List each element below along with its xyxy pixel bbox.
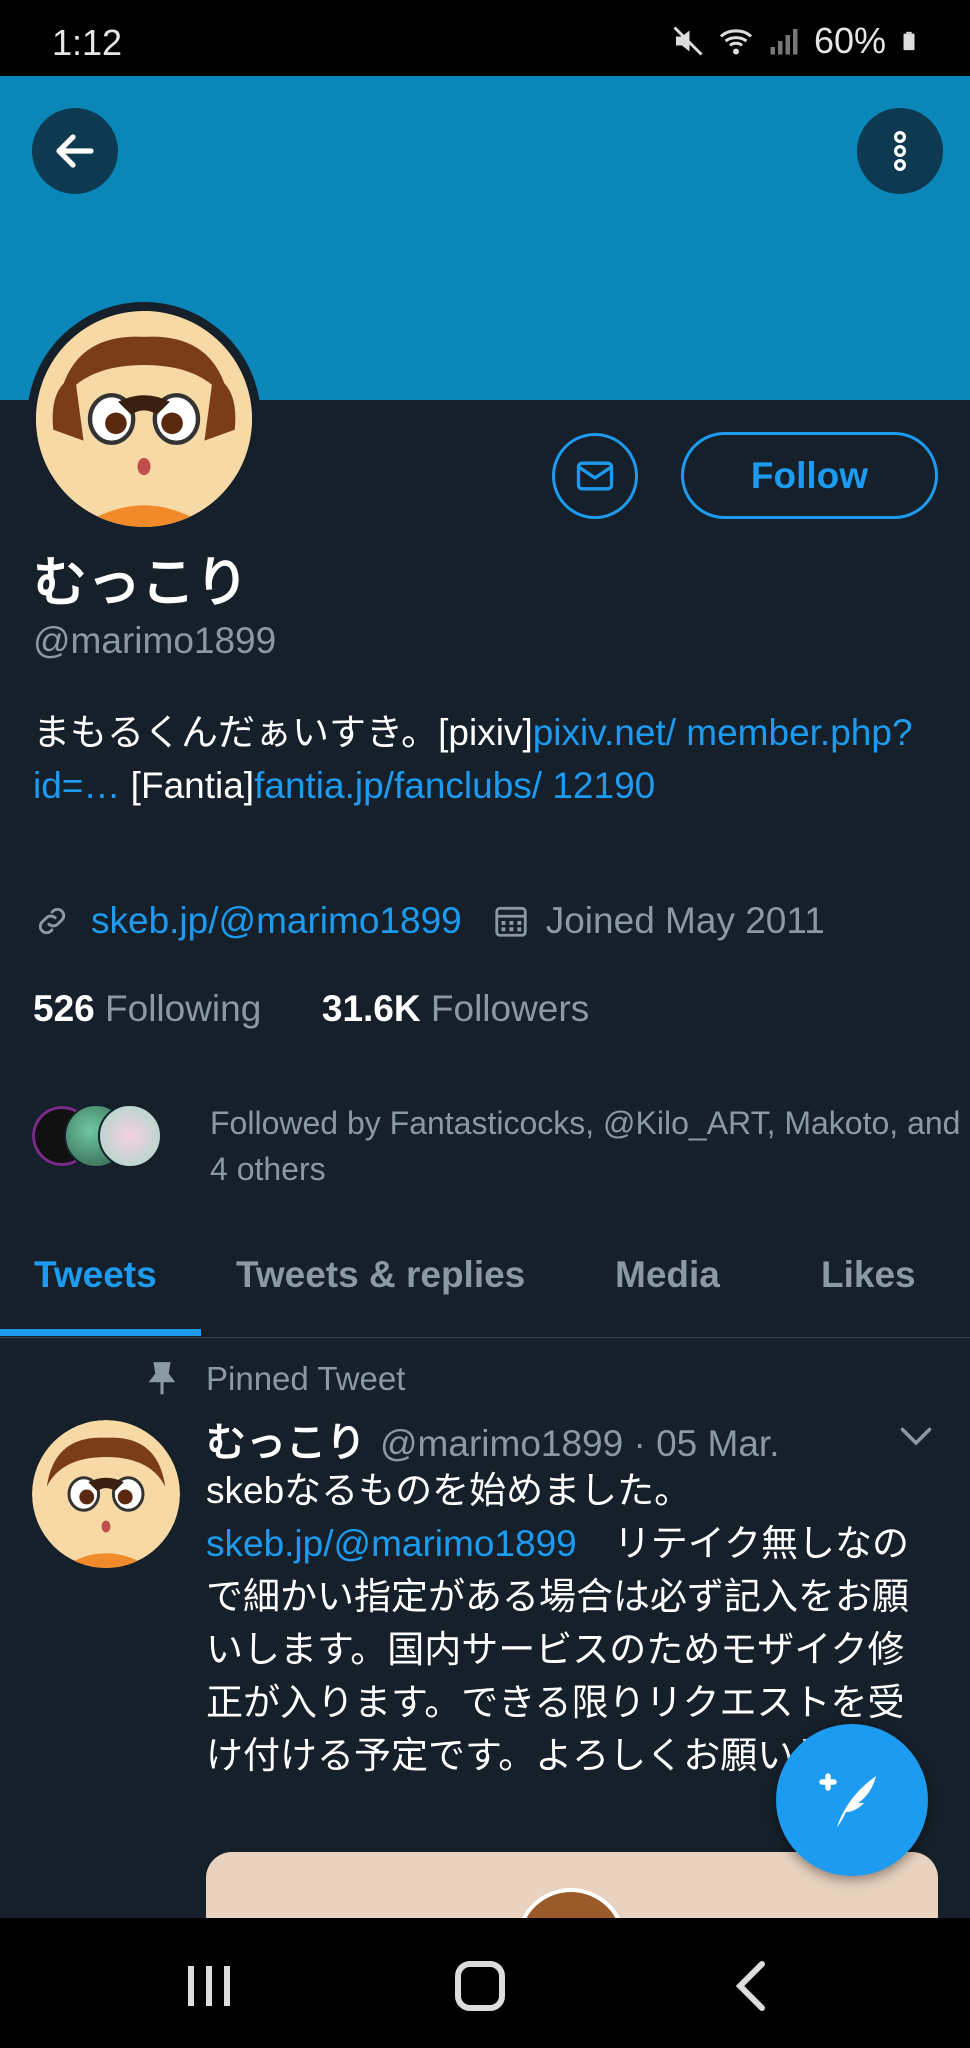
followers-link[interactable]: 31.6K Followers	[322, 988, 589, 1029]
chevron-down-icon[interactable]	[898, 1422, 934, 1452]
status-icons: 60%	[670, 20, 920, 62]
back-icon[interactable]	[724, 1958, 784, 2014]
tweet-line-1: skebなるものを始めました。	[206, 1470, 692, 1511]
following-link[interactable]: 526 Following	[33, 988, 261, 1029]
tab-likes[interactable]: Likes	[821, 1254, 916, 1296]
profile-name: むっこり	[33, 553, 249, 613]
system-nav-bar	[0, 1918, 970, 2048]
profile-meta: skeb.jp/@marimo1899 Joined May 2011	[33, 900, 825, 942]
more-options-button[interactable]	[857, 108, 943, 194]
pinned-label: Pinned Tweet	[148, 1360, 405, 1398]
tweet-avatar[interactable]	[32, 1420, 180, 1568]
followers-label: Followers	[430, 988, 590, 1029]
profile-bio: まもるくんだぁいすき。[pixiv]pixiv.net/ member.php?…	[33, 706, 913, 812]
profile-tabs: Tweets Tweets & replies Media Likes	[0, 1242, 970, 1338]
follow-counts: 526 Following 31.6K Followers	[33, 988, 589, 1030]
signal-icon	[770, 29, 798, 55]
followers-count: 31.6K	[321, 988, 421, 1029]
message-button[interactable]	[552, 433, 638, 519]
compose-icon	[819, 1773, 876, 1827]
follower-avatar	[98, 1104, 162, 1168]
pin-icon	[148, 1362, 176, 1395]
compose-tweet-button[interactable]	[776, 1724, 928, 1876]
followed-by-avatars	[30, 1100, 170, 1170]
battery-percent: 60%	[813, 20, 886, 61]
tweet-avatar-image	[32, 1420, 180, 1568]
status-bar: 1:12 60%	[0, 0, 970, 76]
link-icon	[38, 907, 66, 935]
followed-by[interactable]: Followed by Fantasticocks, @Kilo_ART, Ma…	[30, 1100, 970, 1192]
back-button[interactable]	[32, 108, 118, 194]
bio-link-fantia[interactable]: fantia.jp/fanclubs/ 12190	[254, 765, 655, 806]
profile-website[interactable]: skeb.jp/@marimo1899	[91, 900, 462, 942]
profile-avatar[interactable]	[27, 302, 261, 536]
recents-icon[interactable]	[180, 1958, 240, 2014]
following-count: 526	[33, 988, 95, 1029]
more-vertical-icon	[894, 130, 907, 171]
tweet-header: むっこり @marimo1899 · 05 Mar.	[206, 1410, 779, 1468]
bio-text-1: まもるくんだぁいすき。[pixiv]	[33, 712, 533, 753]
mute-icon	[673, 26, 703, 56]
home-icon[interactable]	[450, 1958, 510, 2014]
following-label: Following	[105, 988, 262, 1029]
profile-handle: @marimo1899	[33, 620, 277, 661]
back-arrow-icon	[56, 134, 94, 168]
avatar-image	[36, 311, 252, 527]
tweet-author-name[interactable]: むっこり	[206, 1410, 366, 1468]
battery-icon	[903, 31, 915, 51]
status-time: 1:12	[52, 22, 123, 63]
followed-by-text: Followed by Fantasticocks, @Kilo_ART, Ma…	[210, 1105, 961, 1187]
calendar-icon	[495, 906, 527, 937]
tweet-handle-date: @marimo1899 · 05 Mar.	[380, 1423, 780, 1464]
tab-tweets[interactable]: Tweets	[34, 1254, 157, 1296]
wifi-icon	[719, 29, 752, 55]
tweet-link[interactable]: skeb.jp/@marimo1899	[206, 1523, 577, 1564]
tab-tweets-replies[interactable]: Tweets & replies	[236, 1254, 525, 1296]
active-tab-indicator	[0, 1329, 201, 1336]
mail-icon	[576, 461, 614, 491]
tab-media[interactable]: Media	[615, 1254, 720, 1296]
bio-text-2: [Fantia]	[120, 765, 255, 806]
joined-date: Joined May 2011	[545, 900, 825, 941]
follow-button[interactable]: Follow	[681, 432, 938, 519]
pinned-text: Pinned Tweet	[206, 1360, 406, 1397]
